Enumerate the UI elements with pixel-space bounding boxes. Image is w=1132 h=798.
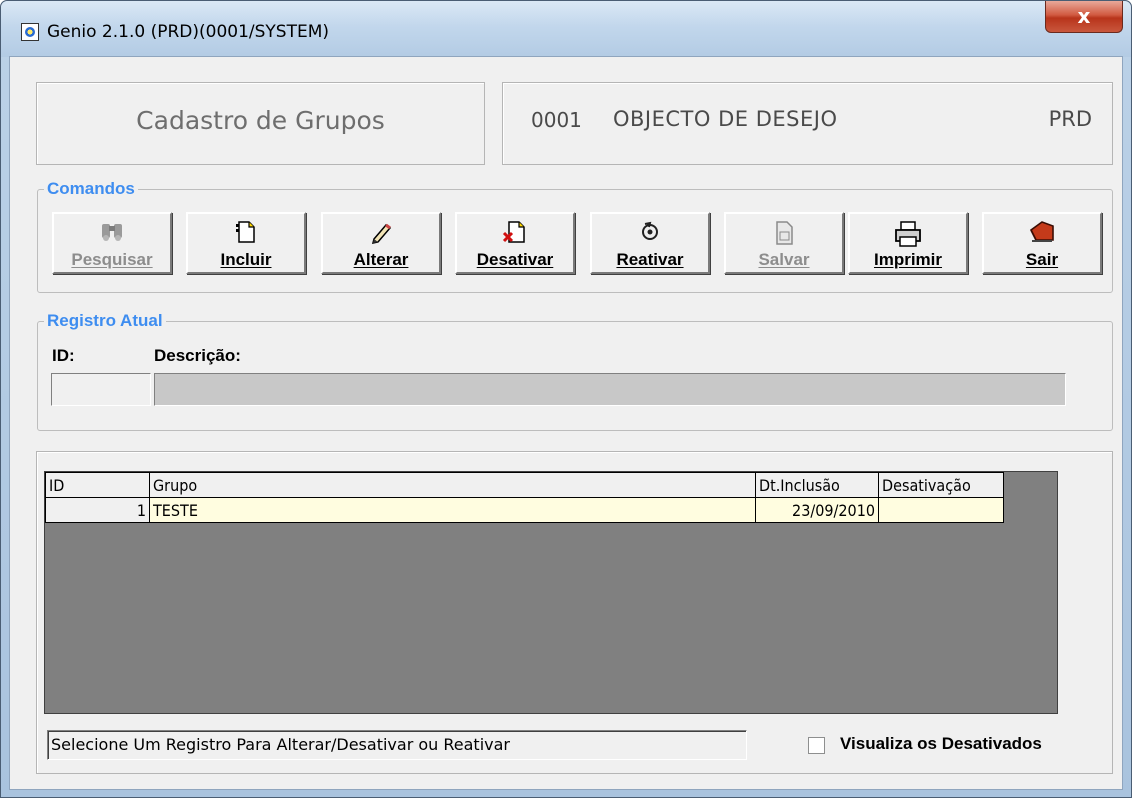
show-deactivated-checkbox[interactable] (808, 737, 825, 754)
pencil-icon (323, 220, 439, 244)
search-button[interactable]: Pesquisar (52, 212, 172, 274)
column-header-group[interactable]: Grupo (149, 472, 756, 498)
current-record-group-label: Registro Atual (44, 311, 166, 331)
exit-button[interactable]: Sair (982, 212, 1102, 274)
form-title: Cadastro de Grupos (136, 106, 385, 135)
save-button-label: Salvar (758, 250, 810, 269)
form-title-panel: Cadastro de Grupos (36, 82, 485, 165)
status-message: Selecione Um Registro Para Alterar/Desat… (47, 730, 747, 760)
show-deactivated-label[interactable]: Visualiza os Desativados (840, 734, 1042, 754)
edit-button[interactable]: Alterar (321, 212, 441, 274)
cell-id[interactable]: 1 (45, 497, 150, 523)
description-label: Descrição: (154, 346, 241, 365)
description-field[interactable] (154, 373, 1066, 406)
search-button-label: Pesquisar (71, 250, 153, 269)
reactivate-button-label: Reativar (616, 250, 684, 269)
table-header-row: ID Grupo Dt.Inclusão Desativação (45, 472, 1004, 498)
column-header-deactivation[interactable]: Desativação (878, 472, 1004, 498)
id-field[interactable] (51, 373, 151, 406)
company-name: OBJECTO DE DESEJO (613, 107, 838, 131)
print-button[interactable]: Imprimir (848, 212, 968, 274)
printer-icon (850, 220, 966, 247)
cell-date-included[interactable]: 23/09/2010 (755, 497, 879, 523)
edit-button-label: Alterar (353, 250, 409, 269)
exit-icon (984, 220, 1100, 244)
current-record-group: Registro Atual ID: Descrição: (37, 311, 1113, 431)
app-icon[interactable] (21, 23, 39, 41)
company-panel: 0001 OBJECTO DE DESEJO PRD (502, 82, 1113, 165)
close-button[interactable]: x (1045, 1, 1123, 33)
include-button[interactable]: Incluir (186, 212, 306, 274)
reactivate-button[interactable]: Reativar (590, 212, 710, 274)
reactivate-icon (592, 220, 708, 244)
company-code: 0001 (531, 108, 582, 132)
deactivate-button[interactable]: Desativar (455, 212, 575, 274)
groups-grid[interactable]: ID Grupo Dt.Inclusão Desativação 1 TESTE… (44, 471, 1058, 714)
environment-label: PRD (1048, 107, 1092, 131)
window-title: Genio 2.1.0 (PRD)(0001/SYSTEM) (47, 22, 330, 42)
column-header-date-included[interactable]: Dt.Inclusão (755, 472, 879, 498)
title-bar[interactable]: Genio 2.1.0 (PRD)(0001/SYSTEM) x (1, 1, 1131, 57)
table-row[interactable]: 1 TESTE 23/09/2010 (45, 497, 1004, 523)
delete-document-icon (457, 220, 573, 244)
commands-group-label: Comandos (44, 179, 138, 199)
column-header-id[interactable]: ID (45, 472, 150, 498)
new-document-icon (188, 220, 304, 244)
exit-button-label: Sair (1025, 250, 1059, 269)
binoculars-icon (54, 220, 170, 244)
deactivate-button-label: Desativar (476, 250, 554, 269)
id-label: ID: (52, 346, 75, 365)
commands-group: Comandos Pesquisar Incluir Alterar Desat… (37, 179, 1113, 293)
save-button[interactable]: Salvar (724, 212, 844, 274)
include-button-label: Incluir (220, 250, 272, 269)
print-button-label: Imprimir (873, 250, 943, 269)
cell-group[interactable]: TESTE (149, 497, 756, 523)
cell-deactivation[interactable] (878, 497, 1004, 523)
save-icon (726, 220, 842, 245)
groups-table: ID Grupo Dt.Inclusão Desativação 1 TESTE… (45, 472, 1004, 523)
close-icon: x (1077, 4, 1091, 28)
